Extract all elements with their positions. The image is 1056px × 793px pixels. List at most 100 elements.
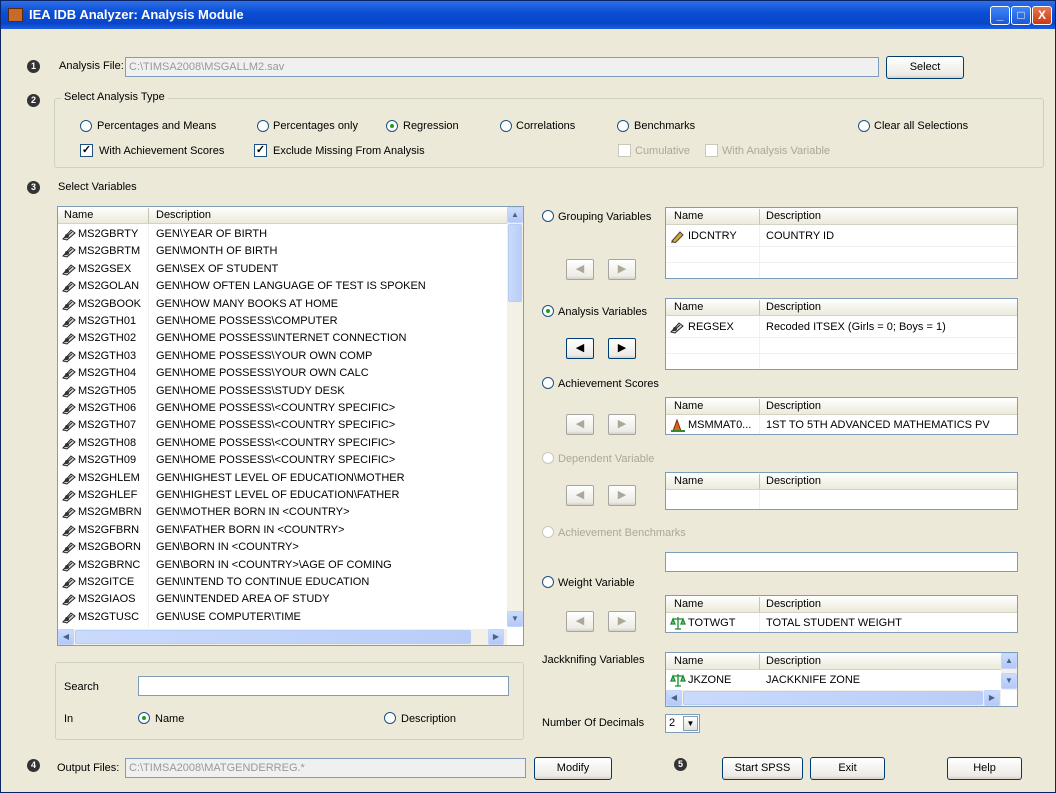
table-row[interactable]: MS2GBRNC GEN\BORN IN <COUNTRY>\AGE OF COM… xyxy=(58,556,507,574)
achievement-add-button[interactable]: ▶ xyxy=(608,414,636,435)
table-row[interactable]: MS2GTH03 GEN\HOME POSSESS\YOUR OWN COMP xyxy=(58,347,507,365)
chevron-down-icon[interactable]: ▼ xyxy=(683,716,698,731)
minimize-button[interactable]: _ xyxy=(990,6,1010,25)
radio-grouping-variables[interactable] xyxy=(542,210,554,222)
scroll-up-button[interactable]: ▲ xyxy=(1001,653,1017,669)
title-bar[interactable]: IEA IDB Analyzer: Analysis Module xyxy=(1,1,1055,29)
scroll-left-button[interactable]: ◀ xyxy=(58,629,74,645)
column-description-header[interactable]: Description xyxy=(766,210,821,222)
table-row[interactable]: MS2GSEX GEN\SEX OF STUDENT xyxy=(58,260,507,278)
table-row[interactable]: MS2GTH04 GEN\HOME POSSESS\YOUR OWN CALC xyxy=(58,364,507,382)
column-description-header[interactable]: Description xyxy=(766,400,821,412)
radio-achievement-benchmarks[interactable] xyxy=(542,526,554,538)
checkbox-cumulative[interactable] xyxy=(618,144,631,157)
list-item[interactable]: JKZONE JACKKNIFE ZONE xyxy=(666,671,1001,689)
list-item[interactable]: MSMMAT0... 1ST TO 5TH ADVANCED MATHEMATI… xyxy=(666,416,1017,434)
scroll-down-button[interactable]: ▼ xyxy=(1001,673,1017,689)
radio-search-description[interactable] xyxy=(384,712,396,724)
column-name-header[interactable]: Name xyxy=(674,475,703,487)
column-name-header[interactable]: Name xyxy=(674,210,703,222)
table-row[interactable]: MS2GHLEM GEN\HIGHEST LEVEL OF EDUCATION\M… xyxy=(58,469,507,487)
radio-percentages-means[interactable] xyxy=(80,120,92,132)
table-row[interactable]: MS2GTH07 GEN\HOME POSSESS\<COUNTRY SPECIF… xyxy=(58,416,507,434)
checkbox-with-achievement[interactable]: ✓ xyxy=(80,144,93,157)
list-item[interactable]: REGSEX Recoded ITSEX (Girls = 0; Boys = … xyxy=(666,318,1017,336)
analysis-file-field[interactable]: C:\TIMSA2008\MSGALLM2.sav xyxy=(125,57,879,77)
table-row[interactable]: MS2GTH02 GEN\HOME POSSESS\INTERNET CONNEC… xyxy=(58,329,507,347)
radio-percentages-only[interactable] xyxy=(257,120,269,132)
table-row[interactable]: MS2GTH06 GEN\HOME POSSESS\<COUNTRY SPECIF… xyxy=(58,399,507,417)
analysis-remove-button[interactable]: ◀ xyxy=(566,338,594,359)
table-row[interactable]: MS2GFBRN GEN\FATHER BORN IN <COUNTRY> xyxy=(58,521,507,539)
table-row[interactable]: MS2GBRTY GEN\YEAR OF BIRTH xyxy=(58,225,507,243)
output-files-field[interactable]: C:\TIMSA2008\MATGENDERREG.* xyxy=(125,758,526,778)
table-row[interactable]: MS2GBRTM GEN\MONTH OF BIRTH xyxy=(58,242,507,260)
table-row[interactable]: MS2GTH05 GEN\HOME POSSESS\STUDY DESK xyxy=(58,382,507,400)
column-description-header[interactable]: Description xyxy=(766,655,821,667)
scroll-left-button[interactable]: ◀ xyxy=(666,690,682,706)
column-name-header[interactable]: Name xyxy=(674,655,703,667)
radio-clear-selections[interactable] xyxy=(858,120,870,132)
table-row[interactable]: MS2GOLAN GEN\HOW OFTEN LANGUAGE OF TEST I… xyxy=(58,277,507,295)
column-description-header[interactable]: Description xyxy=(156,209,211,221)
modify-button[interactable]: Modify xyxy=(534,757,612,780)
table-row[interactable]: MS2GTH01 GEN\HOME POSSESS\COMPUTER xyxy=(58,312,507,330)
column-description-header[interactable]: Description xyxy=(766,301,821,313)
exit-button[interactable]: Exit xyxy=(810,757,885,780)
maximize-button[interactable]: □ xyxy=(1011,6,1031,25)
table-row[interactable]: MS2GTH09 GEN\HOME POSSESS\<COUNTRY SPECIF… xyxy=(58,451,507,469)
grouping-remove-button[interactable]: ◀ xyxy=(566,259,594,280)
column-name-header[interactable]: Name xyxy=(674,400,703,412)
scroll-right-button[interactable]: ▶ xyxy=(984,690,1000,706)
dependent-variable-list[interactable]: Name Description xyxy=(665,472,1018,510)
close-button[interactable]: X xyxy=(1032,6,1052,25)
variable-list[interactable]: Name Description MS2GBRTY GEN\YEAR OF BIR… xyxy=(57,206,524,646)
jackknifing-variables-list[interactable]: Name Description JKZONE JACKKNIFE ZONE ▲… xyxy=(665,652,1018,707)
table-row[interactable]: MS2GTH08 GEN\HOME POSSESS\<COUNTRY SPECIF… xyxy=(58,434,507,452)
scroll-up-button[interactable]: ▲ xyxy=(507,207,523,223)
hscroll-thumb[interactable] xyxy=(683,691,983,705)
radio-correlations[interactable] xyxy=(500,120,512,132)
vscroll-thumb[interactable] xyxy=(508,224,522,302)
radio-benchmarks[interactable] xyxy=(617,120,629,132)
table-row[interactable]: MS2GTUSC GEN\USE COMPUTER\TIME xyxy=(58,608,507,626)
column-name-header[interactable]: Name xyxy=(674,598,703,610)
table-row[interactable]: MS2GBOOK GEN\HOW MANY BOOKS AT HOME xyxy=(58,295,507,313)
benchmarks-field[interactable] xyxy=(665,552,1018,572)
radio-achievement-scores[interactable] xyxy=(542,377,554,389)
dependent-remove-button[interactable]: ◀ xyxy=(566,485,594,506)
column-description-header[interactable]: Description xyxy=(766,598,821,610)
grouping-add-button[interactable]: ▶ xyxy=(608,259,636,280)
hscroll-thumb[interactable] xyxy=(75,630,471,644)
radio-regression[interactable] xyxy=(386,120,398,132)
analysis-add-button[interactable]: ▶ xyxy=(608,338,636,359)
search-input[interactable] xyxy=(138,676,509,696)
list-item[interactable]: IDCNTRY COUNTRY ID xyxy=(666,227,1017,245)
table-row[interactable]: MS2GIAOS GEN\INTENDED AREA OF STUDY xyxy=(58,590,507,608)
scroll-down-button[interactable]: ▼ xyxy=(507,611,523,627)
weight-remove-button[interactable]: ◀ xyxy=(566,611,594,632)
table-row[interactable]: MS2GMBRN GEN\MOTHER BORN IN <COUNTRY> xyxy=(58,503,507,521)
achievement-remove-button[interactable]: ◀ xyxy=(566,414,594,435)
column-name-header[interactable]: Name xyxy=(674,301,703,313)
table-row[interactable]: MS2GITCE GEN\INTEND TO CONTINUE EDUCATION xyxy=(58,573,507,591)
analysis-variables-list[interactable]: Name Description REGSEX Recoded ITSEX (G… xyxy=(665,298,1018,370)
scroll-right-button[interactable]: ▶ xyxy=(488,629,504,645)
weight-variable-list[interactable]: Name Description TOTWGT TOTAL STUDENT WE… xyxy=(665,595,1018,633)
achievement-scores-list[interactable]: Name Description MSMMAT0... 1ST TO 5TH A… xyxy=(665,397,1018,435)
radio-weight-variable[interactable] xyxy=(542,576,554,588)
checkbox-exclude-missing[interactable]: ✓ xyxy=(254,144,267,157)
list-item[interactable]: TOTWGT TOTAL STUDENT WEIGHT xyxy=(666,614,1017,632)
weight-add-button[interactable]: ▶ xyxy=(608,611,636,632)
dependent-add-button[interactable]: ▶ xyxy=(608,485,636,506)
select-file-button[interactable]: Select xyxy=(886,56,964,79)
start-spss-button[interactable]: Start SPSS xyxy=(722,757,803,780)
checkbox-with-analysis-variable[interactable] xyxy=(705,144,718,157)
radio-search-name[interactable] xyxy=(138,712,150,724)
radio-analysis-variables[interactable] xyxy=(542,305,554,317)
table-row[interactable]: MS2GBORN GEN\BORN IN <COUNTRY> xyxy=(58,538,507,556)
decimals-select[interactable]: 2 ▼ xyxy=(665,714,700,733)
help-button[interactable]: Help xyxy=(947,757,1022,780)
table-row[interactable]: MS2GHLEF GEN\HIGHEST LEVEL OF EDUCATION\F… xyxy=(58,486,507,504)
column-name-header[interactable]: Name xyxy=(64,209,93,221)
